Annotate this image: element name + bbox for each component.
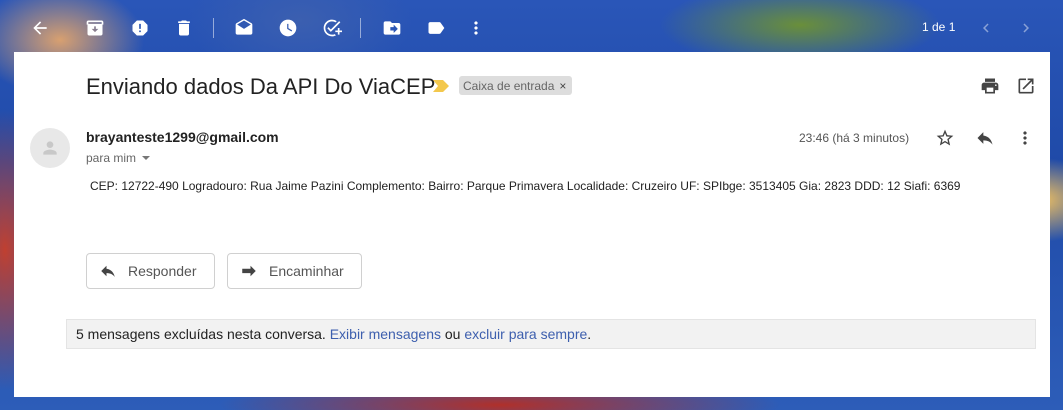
deleted-messages-notice: 5 mensagens excluídas nesta conversa. Ex… — [66, 319, 1036, 349]
reply-icon — [101, 265, 115, 277]
toolbar-divider — [213, 18, 214, 38]
show-messages-link[interactable]: Exibir mensagens — [330, 326, 441, 342]
reply-icon[interactable] — [974, 127, 996, 149]
notice-period: . — [587, 326, 592, 342]
sender-avatar — [30, 128, 70, 168]
open-new-window-icon[interactable] — [1015, 75, 1037, 97]
add-task-icon[interactable] — [320, 16, 344, 40]
reply-button[interactable]: Responder — [86, 253, 215, 289]
older-chevron-icon[interactable] — [1014, 16, 1038, 40]
forward-icon — [242, 265, 256, 277]
importance-marker-icon[interactable] — [433, 80, 449, 92]
reply-button-label: Responder — [128, 263, 197, 279]
email-card: Enviando dados Da API Do ViaCEP Caixa de… — [14, 52, 1050, 397]
email-subject: Enviando dados Da API Do ViaCEP — [86, 74, 436, 99]
delete-forever-link[interactable]: excluir para sempre — [464, 326, 587, 342]
person-icon — [43, 141, 57, 155]
forward-button-label: Encaminhar — [269, 263, 344, 279]
label-chip-text: Caixa de entrada — [463, 78, 555, 93]
print-icon[interactable] — [979, 75, 1001, 97]
snooze-icon[interactable] — [276, 16, 300, 40]
forward-button[interactable]: Encaminhar — [227, 253, 362, 289]
email-timestamp: 23:46 (há 3 minutos) — [799, 131, 910, 145]
back-arrow-icon[interactable] — [28, 16, 52, 40]
remove-label-icon[interactable]: × — [559, 79, 566, 93]
pager-count: 1 de 1 — [922, 20, 956, 34]
newer-chevron-icon[interactable] — [974, 16, 998, 40]
toolbar: 1 de 1 — [0, 0, 1063, 56]
archive-icon[interactable] — [83, 16, 107, 40]
more-vert-icon[interactable] — [464, 16, 488, 40]
deleted-notice-text: 5 mensagens excluídas nesta conversa. — [76, 326, 326, 342]
caret-down-icon[interactable] — [142, 156, 151, 160]
sender-email[interactable]: brayanteste1299@gmail.com — [86, 129, 279, 145]
more-options-icon[interactable] — [1014, 127, 1036, 149]
move-to-icon[interactable] — [380, 16, 404, 40]
recipient-details[interactable]: para mim — [86, 151, 151, 165]
label-chip-inbox: Caixa de entrada × — [459, 76, 573, 95]
toolbar-divider — [360, 18, 361, 38]
mark-unread-icon[interactable] — [232, 16, 256, 40]
recipient-label: para mim — [86, 151, 137, 165]
report-spam-icon[interactable] — [128, 16, 152, 40]
star-icon[interactable] — [934, 127, 956, 149]
delete-icon[interactable] — [172, 16, 196, 40]
email-body: CEP: 12722-490 Logradouro: Rua Jaime Paz… — [90, 179, 961, 193]
or-text: ou — [444, 326, 461, 342]
label-icon[interactable] — [424, 16, 448, 40]
